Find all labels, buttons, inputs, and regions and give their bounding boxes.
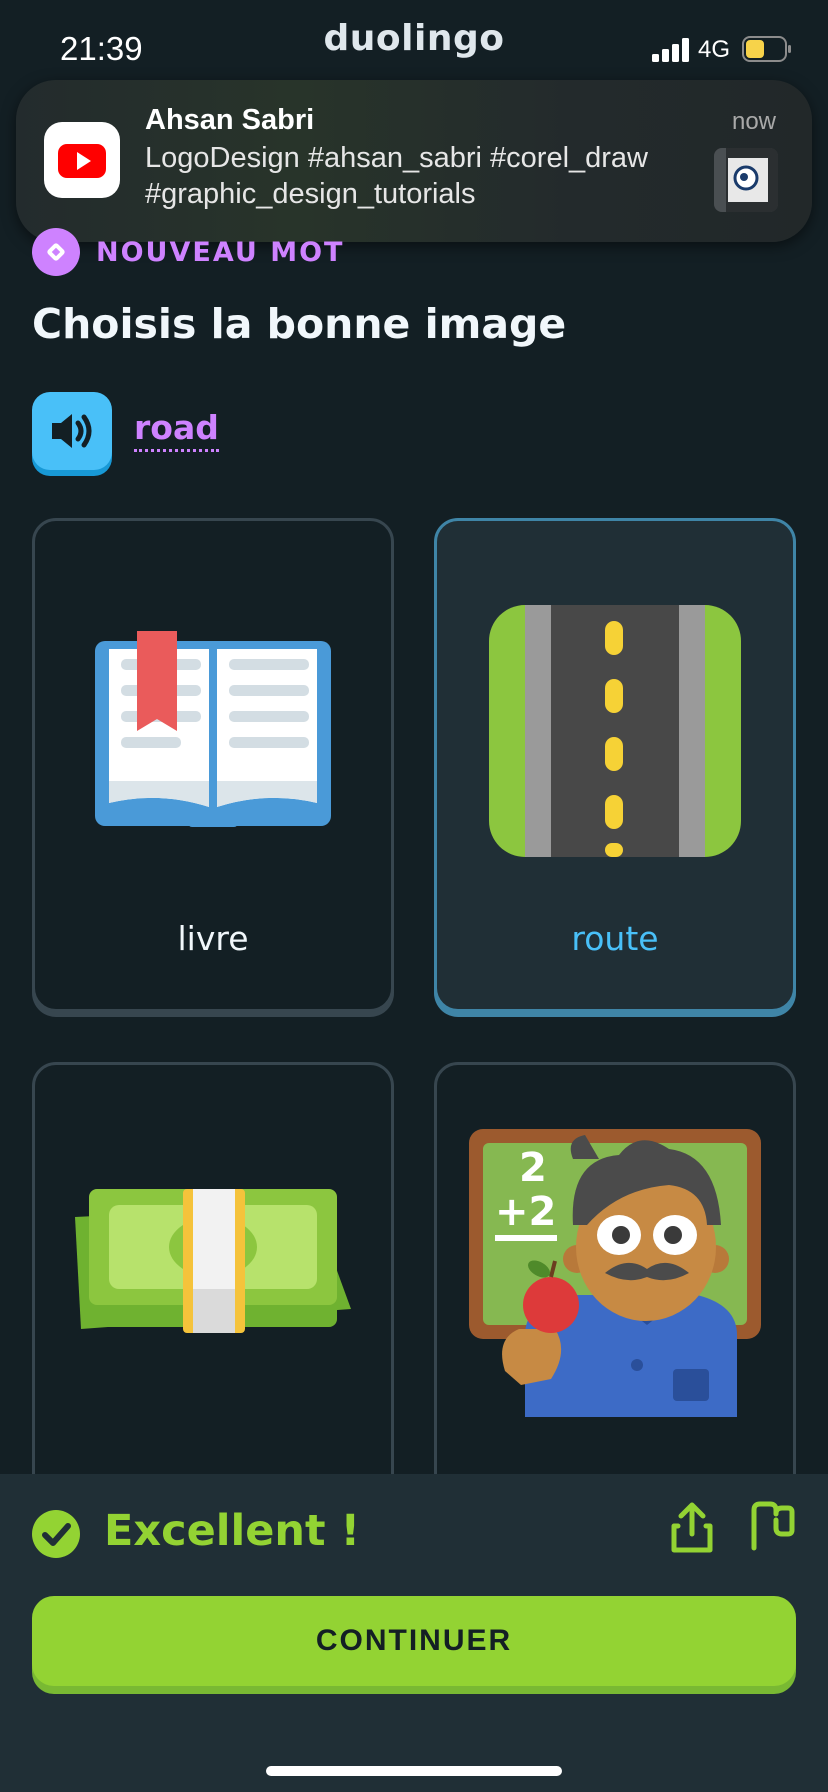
new-word-label: NOUVEAU MOT bbox=[96, 236, 345, 268]
notification-body-line2: #graphic_design_tutorials bbox=[145, 178, 476, 210]
new-word-badge: NOUVEAU MOT bbox=[32, 228, 344, 276]
speaker-button[interactable] bbox=[32, 392, 112, 470]
notification-time: now bbox=[731, 108, 776, 135]
choice-card-route[interactable]: route bbox=[434, 518, 796, 1012]
choice-card-livre[interactable]: livre bbox=[32, 518, 394, 1012]
network-type: 4G bbox=[698, 36, 731, 63]
flag-icon[interactable] bbox=[748, 1500, 796, 1552]
signal-icon bbox=[652, 38, 689, 62]
choice-card-teacher[interactable]: 2 +2 bbox=[434, 1062, 796, 1532]
teacher-icon: 2 +2 bbox=[469, 1129, 761, 1417]
choice-label: livre bbox=[177, 919, 249, 958]
notification-sender: Ahsan Sabri bbox=[145, 104, 315, 136]
prompt-title: Choisis la bonne image bbox=[32, 300, 567, 348]
choice-card-money[interactable] bbox=[32, 1062, 394, 1532]
target-word[interactable]: road bbox=[134, 408, 219, 452]
book-icon bbox=[95, 631, 331, 827]
battery-icon bbox=[742, 36, 791, 62]
share-icon[interactable] bbox=[668, 1502, 716, 1554]
feedback-panel: Excellent ! CONTINUER bbox=[0, 1474, 828, 1792]
new-word-icon bbox=[32, 228, 80, 276]
speaker-icon bbox=[52, 414, 92, 448]
svg-text:+2: +2 bbox=[495, 1189, 556, 1235]
road-icon bbox=[489, 605, 741, 857]
money-icon bbox=[75, 1189, 351, 1333]
notification-thumbnail bbox=[714, 148, 778, 212]
continue-button[interactable]: CONTINUER bbox=[32, 1596, 796, 1686]
notification-body: LogoDesign #ahsan_sabri #corel_draw #gra… bbox=[145, 140, 705, 212]
push-notification[interactable]: Ahsan Sabri LogoDesign #ahsan_sabri #cor… bbox=[16, 80, 812, 242]
home-indicator[interactable] bbox=[266, 1766, 562, 1776]
feedback-message: Excellent ! bbox=[104, 1506, 361, 1556]
checkmark-icon bbox=[32, 1510, 80, 1558]
choice-label: route bbox=[571, 919, 659, 958]
notification-body-line1: LogoDesign #ahsan_sabri #corel_draw bbox=[145, 142, 648, 174]
status-bar: 21:39 duolingo 4G bbox=[0, 0, 828, 90]
svg-text:2: 2 bbox=[519, 1145, 547, 1191]
youtube-icon bbox=[44, 122, 120, 198]
